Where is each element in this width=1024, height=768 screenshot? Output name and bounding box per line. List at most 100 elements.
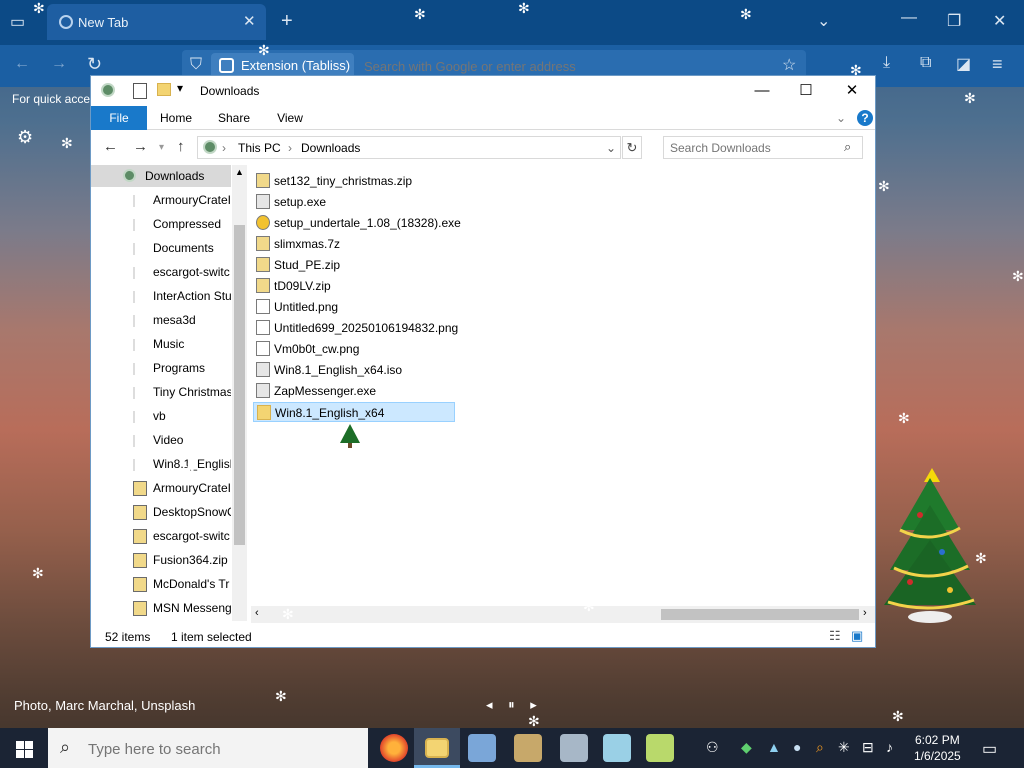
new-folder-icon[interactable] [157,83,171,96]
snowflake-icon: ✻ [1012,268,1024,284]
tab-file[interactable]: File [91,106,147,130]
tab-view[interactable]: View [265,106,315,130]
extensions-icon[interactable]: ⧉ [920,54,931,72]
scroll-right-icon[interactable]: › [863,607,867,619]
search-input[interactable] [670,140,838,156]
bookmark-star-icon[interactable]: ☆ [782,55,796,75]
app-icon[interactable] [468,734,496,762]
menu-icon[interactable]: ≡ [992,54,1003,75]
firefox-icon[interactable] [380,734,408,762]
nav-item-folder[interactable]: Tiny Christmas [91,381,231,403]
pencil-app-icon[interactable] [646,734,674,762]
tray-app-icon[interactable]: ▲ [767,739,781,755]
nav-item-zip[interactable]: McDonald's Tr [91,573,231,595]
tray-app-icon[interactable]: ◆ [741,739,752,756]
scroll-left-icon[interactable]: ‹ [255,607,259,619]
nav-item-folder[interactable]: vb [91,405,231,427]
taskbar-search[interactable]: ⌕ [48,728,368,768]
refresh-button[interactable]: ↻ [622,136,642,159]
nav-item-folder[interactable]: Video [91,429,231,451]
forward-arrow-icon[interactable]: → [51,55,67,73]
qat-dropdown-icon[interactable]: ▾ [177,81,183,95]
notification-icon[interactable]: ▭ [982,739,997,759]
clock[interactable]: 6:02 PM 1/6/2025 [914,732,961,764]
new-tab-button[interactable]: + [281,10,293,33]
notepad-icon[interactable] [603,734,631,762]
chevron-down-icon[interactable]: ⌄ [606,141,616,155]
nav-item-zip[interactable]: escargot-switc [91,525,231,547]
nav-item-folder[interactable]: mesa3d [91,309,231,331]
nav-item-zip[interactable]: Fusion364.zip [91,549,231,571]
explorer-title-bar: ▾ Downloads — ☐ ✕ [91,76,875,106]
tab-share[interactable]: Share [209,106,259,130]
address-bar[interactable]: › This PC › Downloads ⌄ [197,136,621,159]
nav-item-downloads[interactable]: Downloads [91,165,231,187]
extension-app-icon[interactable]: ◪ [956,54,971,74]
network-icon[interactable]: ⊟ [862,739,874,756]
chevron-right-icon[interactable]: › [222,141,226,155]
zip-file-icon [256,278,270,293]
horizontal-scroll-thumb[interactable] [661,609,859,620]
url-input[interactable] [364,56,784,76]
tab-close-icon[interactable]: ✕ [243,12,256,30]
tab-new-tab[interactable]: New Tab ✕ [47,4,266,40]
nav-item-folder[interactable]: Programs [91,357,231,379]
nav-item-folder[interactable]: InterAction Stu [91,285,231,307]
browser-tab-bar: ▭ New Tab ✕ + ⌄ — ❐ ✕ [0,0,1024,45]
nav-item-folder[interactable]: ArmouryCrateI [91,189,231,211]
taskbar-search-input[interactable] [88,739,348,759]
photo-controls[interactable]: ◂ ⏸ ▸ [486,697,543,713]
search-box[interactable]: ⌕ [663,136,863,159]
tray-drop-icon[interactable]: ● [793,739,801,755]
close-button[interactable]: ✕ [829,79,875,103]
details-view-icon[interactable]: ☷ [829,628,841,644]
paint-palette-icon[interactable] [560,734,588,762]
up-icon[interactable]: ↑ [177,138,185,155]
nav-item-folder[interactable]: Compressed [91,213,231,235]
start-button[interactable] [0,728,48,768]
help-icon[interactable]: ? [857,110,873,126]
back-arrow-icon[interactable]: ← [14,55,30,73]
scroll-up-icon[interactable]: ▲ [235,167,244,177]
maximize-button[interactable]: ☐ [783,79,829,103]
file-row-selected[interactable]: Win8.1_English_x64 [253,402,455,422]
snowflake-icon: ✻ [275,688,287,704]
nav-item-folder[interactable]: Documents [91,237,231,259]
chevron-right-icon[interactable]: › [288,141,292,155]
breadcrumb-this-pc[interactable]: This PC [238,141,281,155]
horizontal-scrollbar[interactable]: ‹ › [251,606,875,623]
browser-maximize-button[interactable]: ❐ [947,11,961,31]
search-icon[interactable]: ⌕ [844,139,851,155]
nav-item-folder[interactable]: escargot-switc [91,261,231,283]
nav-item-folder[interactable]: Win8.1_English [91,453,231,475]
volume-icon[interactable]: ♪ [886,739,893,755]
properties-icon[interactable] [133,83,147,99]
ribbon-expand-icon[interactable]: ⌄ [833,106,849,130]
nav-item-folder[interactable]: Music [91,333,231,355]
status-bar: 52 items 1 item selected ☷ ▣ [91,625,875,647]
reload-icon[interactable]: ↻ [87,54,102,75]
tray-snow-icon[interactable]: ✳ [838,739,850,756]
list-all-tabs-button[interactable]: ⌄ [817,11,830,31]
nav-item-zip[interactable]: MSN Messeng [91,597,231,619]
tab-list-icon[interactable]: ▭ [10,12,25,32]
downloads-icon[interactable]: ⤓ [883,54,890,72]
nav-scrollbar[interactable]: ▲ [232,165,247,621]
nav-item-zip[interactable]: ArmouryCrateI [91,477,231,499]
nav-scroll-thumb[interactable] [234,225,245,545]
tab-home[interactable]: Home [151,106,201,130]
minimize-button[interactable]: — [739,79,785,103]
forward-icon[interactable]: → [133,138,148,155]
browser-close-button[interactable]: ✕ [993,11,1006,31]
nav-item-zip[interactable]: DesktopSnowC [91,501,231,523]
large-icons-view-icon[interactable]: ▣ [851,628,863,644]
shield-icon[interactable]: ⛉ [190,56,202,74]
recent-locations-icon[interactable]: ▾ [159,142,164,153]
paint-icon[interactable] [514,734,542,762]
gear-icon[interactable]: ⚙ [17,127,33,148]
people-icon[interactable]: ⚇ [706,739,719,756]
tray-search-icon[interactable]: ⌕ [816,739,824,756]
breadcrumb-downloads[interactable]: Downloads [301,141,360,155]
browser-minimize-button[interactable]: — [901,9,917,27]
back-icon[interactable]: ← [103,138,118,155]
